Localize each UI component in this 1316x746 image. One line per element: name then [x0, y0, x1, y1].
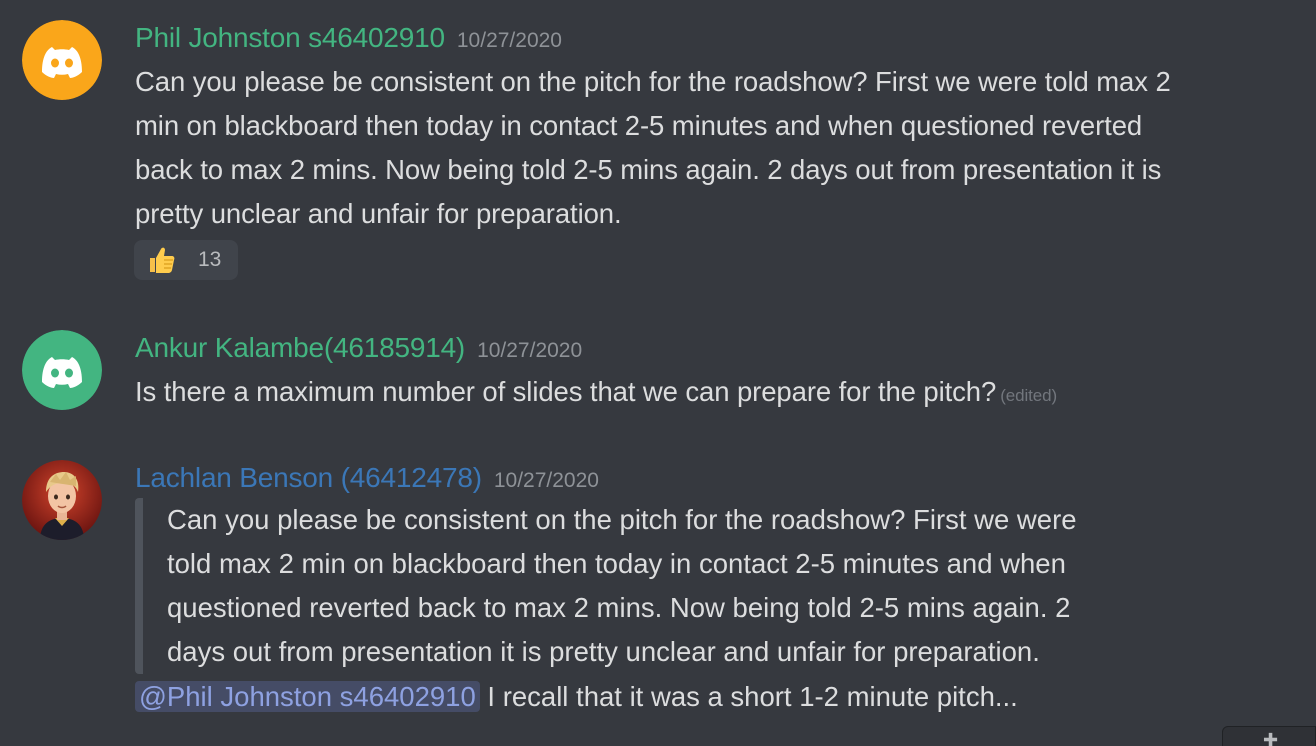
discord-logo-icon — [22, 330, 102, 410]
user-mention[interactable]: @Phil Johnston s46402910 — [135, 681, 480, 712]
message-header: Lachlan Benson (46412478) 10/27/2020 — [135, 460, 599, 499]
message-line: pretty unclear and unfair for preparatio… — [135, 198, 622, 229]
message-content: Is there a maximum number of slides that… — [135, 370, 1057, 418]
discord-logo-icon — [22, 20, 102, 100]
message-header: Ankur Kalambe(46185914) 10/27/2020 — [135, 330, 582, 369]
avatar[interactable] — [22, 330, 102, 410]
blockquote: Can you please be consistent on the pitc… — [135, 498, 1205, 674]
message-text: Is there a maximum number of slides that… — [135, 376, 997, 407]
message-line: back to max 2 mins. Now being told 2-5 m… — [135, 154, 1162, 185]
message-content: Can you please be consistent on the pitc… — [135, 60, 1171, 236]
cartoon-avatar-icon — [22, 460, 102, 540]
timestamp[interactable]: 10/27/2020 — [477, 339, 582, 362]
chat-messages: Phil Johnston s46402910 10/27/2020 Can yo… — [0, 0, 1316, 746]
reaction-thumbs-up[interactable]: 13 — [134, 240, 238, 280]
username[interactable]: Phil Johnston s46402910 — [135, 22, 445, 53]
message-text: I recall that it was a short 1-2 minute … — [479, 681, 1018, 712]
username[interactable]: Ankur Kalambe(46185914) — [135, 332, 465, 363]
thumbs-up-icon — [150, 247, 175, 273]
quote-line: days out from presentation it is pretty … — [167, 636, 1040, 667]
quote-line: questioned reverted back to max 2 mins. … — [167, 592, 1071, 623]
reaction-count: 13 — [198, 248, 222, 271]
message-actions-toolbar[interactable]: ✚ — [1222, 726, 1316, 746]
message-line: Can you please be consistent on the pitc… — [135, 66, 1171, 97]
avatar[interactable] — [22, 20, 102, 100]
message-line: min on blackboard then today in contact … — [135, 110, 1143, 141]
edited-label: (edited) — [1000, 386, 1058, 405]
add-reaction-icon[interactable]: ✚ — [1263, 731, 1278, 746]
avatar[interactable] — [22, 460, 102, 540]
timestamp[interactable]: 10/27/2020 — [494, 469, 599, 492]
username[interactable]: Lachlan Benson (46412478) — [135, 462, 482, 493]
message-header: Phil Johnston s46402910 10/27/2020 — [135, 20, 562, 59]
quote-line: Can you please be consistent on the pitc… — [167, 504, 1077, 535]
timestamp[interactable]: 10/27/2020 — [457, 29, 562, 52]
quote-line: told max 2 min on blackboard then today … — [167, 548, 1066, 579]
reply-text-line: @Phil Johnston s46402910 I recall that i… — [135, 675, 1018, 719]
